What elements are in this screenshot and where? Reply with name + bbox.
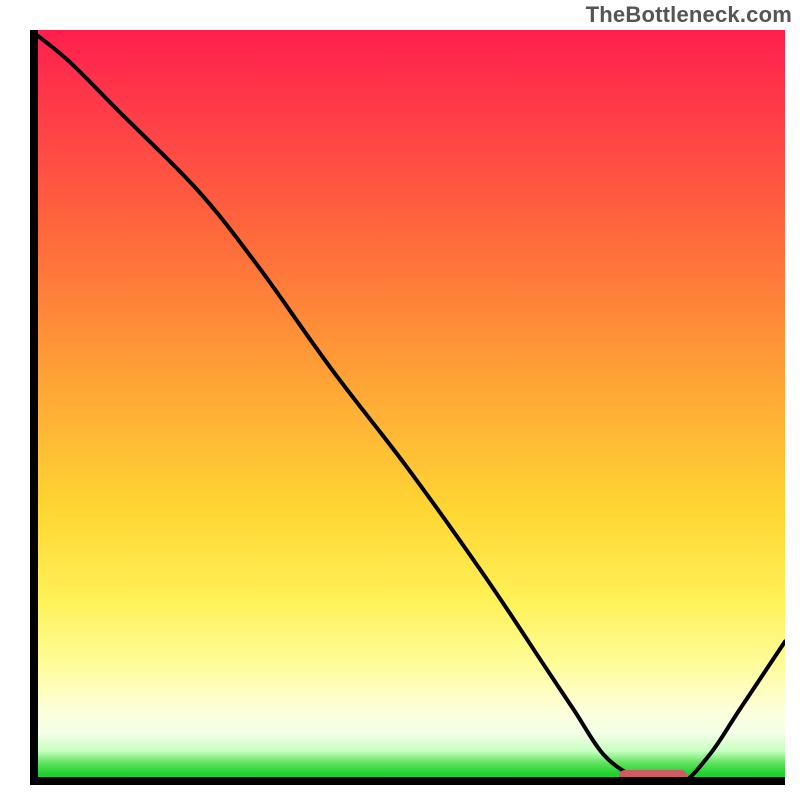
watermark-text: TheBottleneck.com (586, 2, 792, 28)
chart-container: TheBottleneck.com (0, 0, 800, 800)
plot-area (30, 30, 785, 785)
bottleneck-curve (30, 30, 785, 785)
optimal-range-marker (619, 770, 687, 782)
